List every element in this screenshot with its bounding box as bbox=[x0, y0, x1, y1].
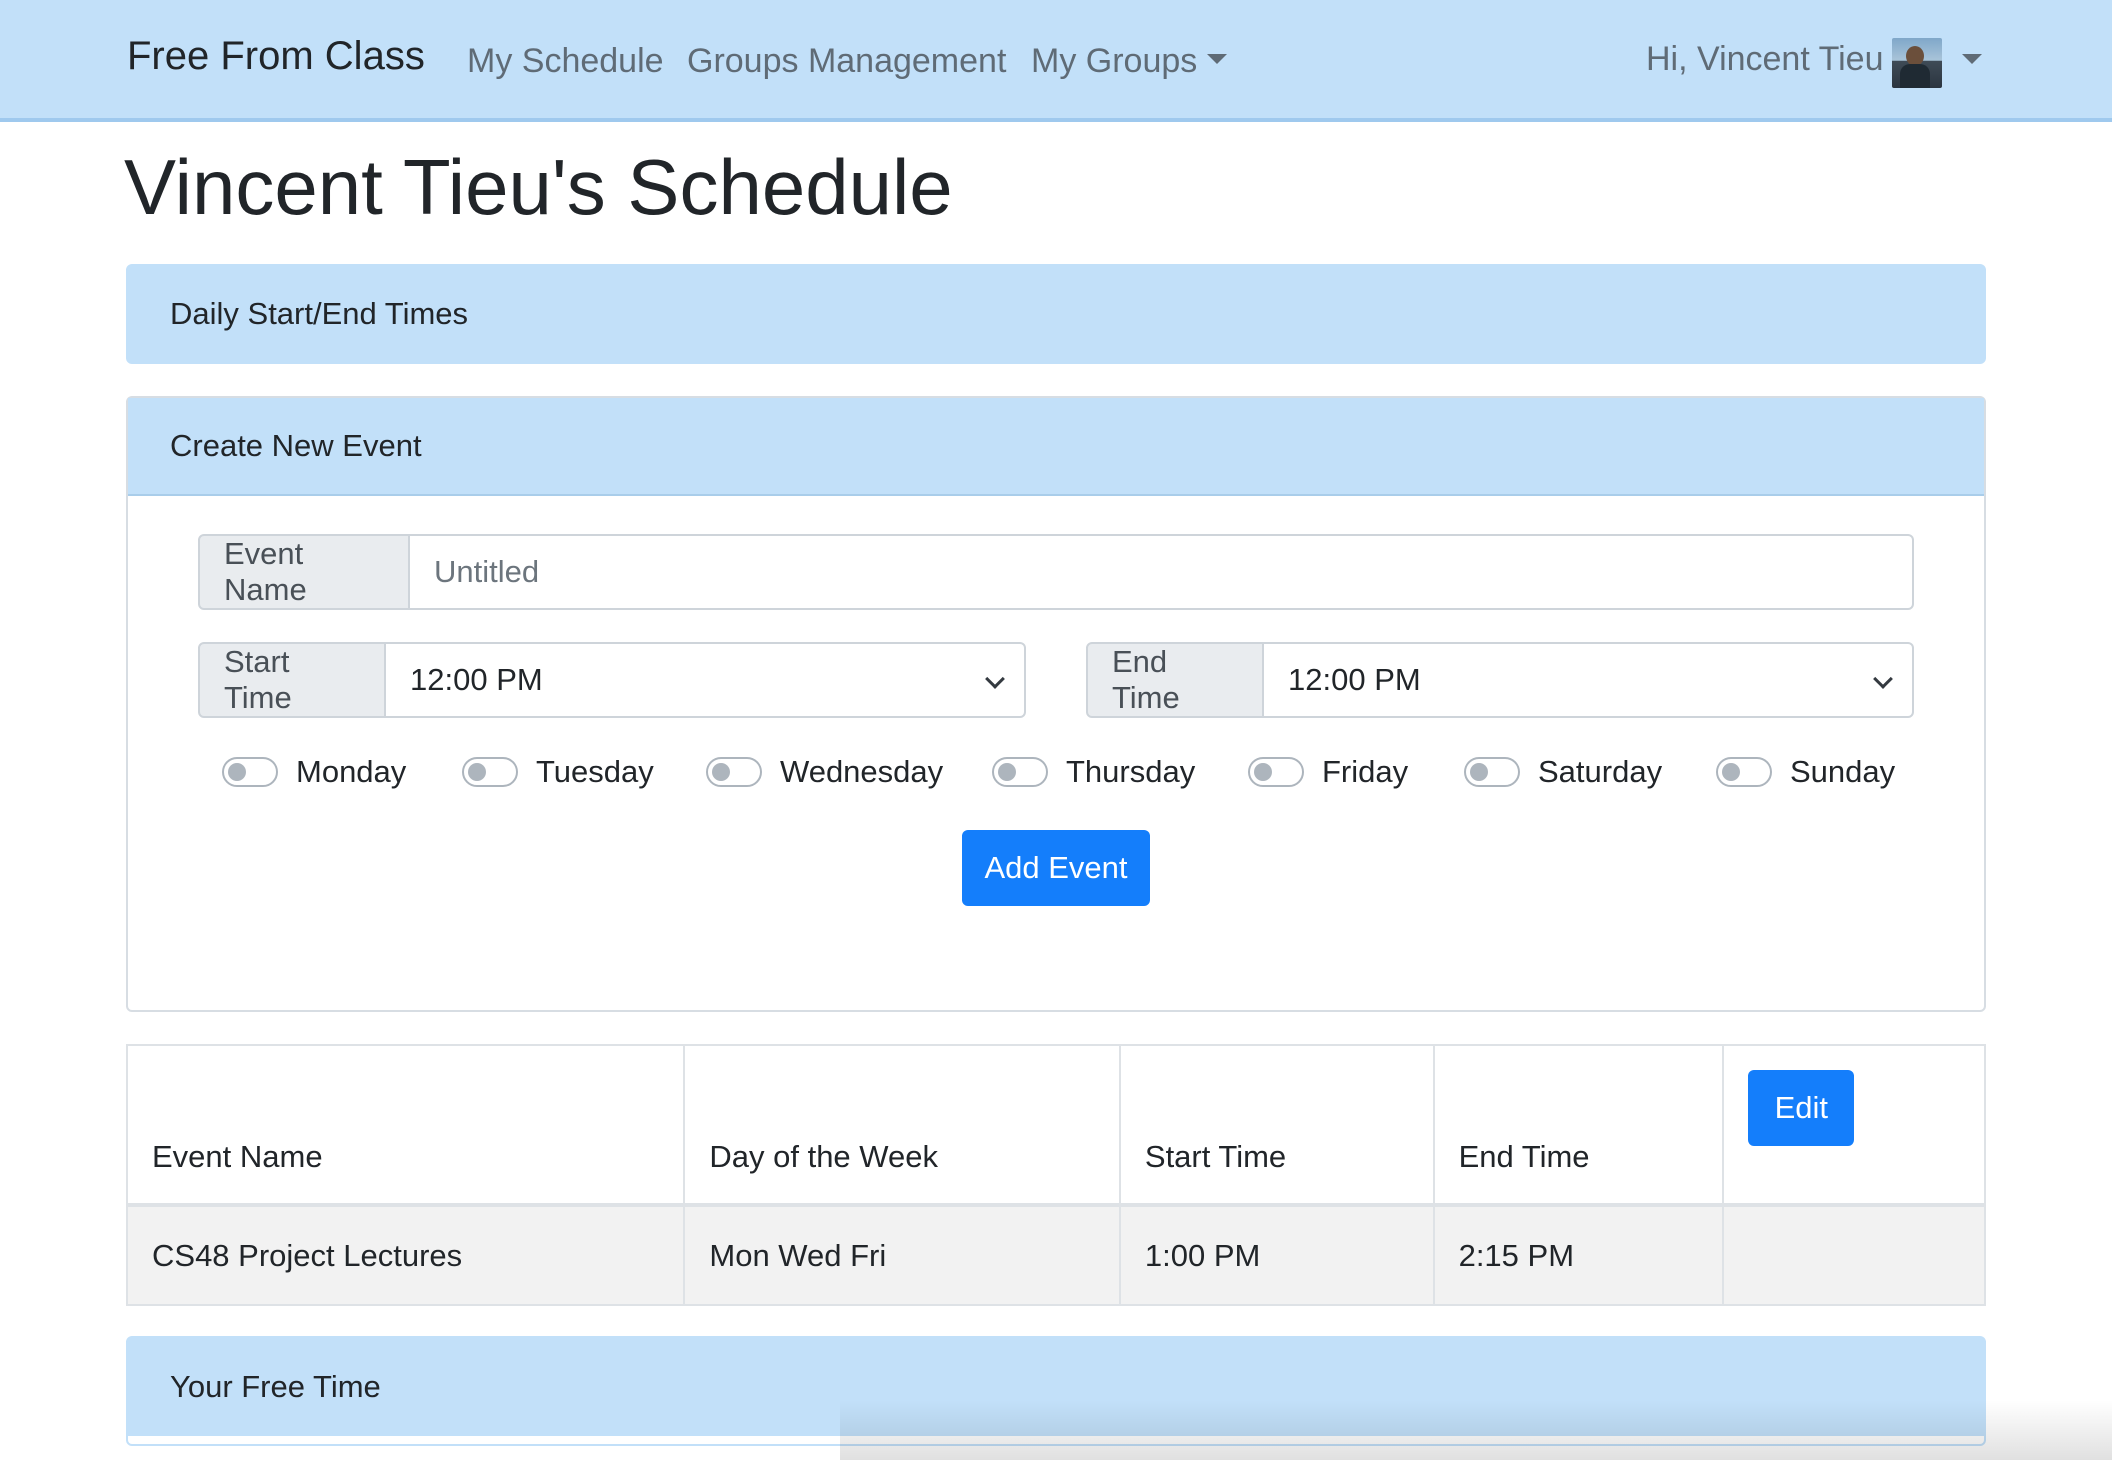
end-time-value: 12:00 PM bbox=[1288, 662, 1421, 697]
header-end-time: End Time bbox=[1432, 1044, 1725, 1206]
day-friday: Friday bbox=[1248, 754, 1408, 790]
add-event-button[interactable]: Add Event bbox=[962, 830, 1150, 906]
avatar[interactable] bbox=[1892, 38, 1942, 88]
user-menu-caret-icon[interactable] bbox=[1962, 54, 1982, 64]
header-event-name: Event Name bbox=[125, 1044, 686, 1206]
cell-start-time: 1:00 PM bbox=[1118, 1204, 1435, 1306]
sunday-label: Sunday bbox=[1790, 754, 1896, 789]
friday-toggle[interactable] bbox=[1248, 757, 1304, 787]
chevron-down-icon bbox=[1873, 669, 1893, 689]
saturday-toggle[interactable] bbox=[1464, 757, 1520, 787]
chevron-down-icon bbox=[985, 669, 1005, 689]
create-event-header[interactable]: Create New Event bbox=[128, 398, 1984, 496]
user-greeting[interactable]: Hi, Vincent Tieu bbox=[1646, 40, 1884, 79]
header-day-of-week: Day of the Week bbox=[683, 1044, 1121, 1206]
event-name-label: Event Name bbox=[198, 534, 410, 610]
tuesday-label: Tuesday bbox=[536, 754, 654, 789]
start-time-value: 12:00 PM bbox=[410, 662, 543, 697]
avatar-body bbox=[1900, 64, 1930, 88]
daily-times-card: Daily Start/End Times bbox=[126, 264, 1986, 364]
table-row[interactable]: CS48 Project Lectures Mon Wed Fri 1:00 P… bbox=[125, 1204, 1986, 1306]
header-actions: Edit bbox=[1722, 1044, 1986, 1206]
monday-toggle[interactable] bbox=[222, 757, 278, 787]
events-table: Event Name Day of the Week Start Time En… bbox=[125, 1044, 1986, 1306]
navbar: Free From Class My Schedule Groups Manag… bbox=[0, 0, 2112, 122]
monday-label: Monday bbox=[296, 754, 407, 789]
nav-my-schedule[interactable]: My Schedule bbox=[467, 42, 664, 81]
free-time-header[interactable]: Your Free Time bbox=[128, 1338, 1984, 1436]
end-time-select[interactable]: 12:00 PM bbox=[1264, 642, 1914, 718]
thursday-toggle[interactable] bbox=[992, 757, 1048, 787]
avatar-head bbox=[1906, 46, 1924, 66]
day-sunday: Sunday bbox=[1716, 754, 1895, 790]
table-header-row: Event Name Day of the Week Start Time En… bbox=[125, 1044, 1986, 1206]
cell-day-of-week: Mon Wed Fri bbox=[683, 1204, 1121, 1306]
day-thursday: Thursday bbox=[992, 754, 1195, 790]
saturday-label: Saturday bbox=[1538, 754, 1663, 789]
end-time-label: End Time bbox=[1086, 642, 1264, 718]
day-tuesday: Tuesday bbox=[462, 754, 654, 790]
wednesday-toggle[interactable] bbox=[706, 757, 762, 787]
day-wednesday: Wednesday bbox=[706, 754, 943, 790]
sunday-toggle[interactable] bbox=[1716, 757, 1772, 787]
start-time-group: Start Time 12:00 PM bbox=[198, 642, 1026, 718]
friday-label: Friday bbox=[1322, 754, 1409, 789]
create-event-card: Create New Event Event Name Untitled Sta… bbox=[126, 396, 1986, 1012]
free-time-card: Your Free Time bbox=[126, 1336, 1986, 1446]
day-saturday: Saturday bbox=[1464, 754, 1662, 790]
event-name-group: Event Name Untitled bbox=[198, 534, 1914, 610]
nav-my-groups-label: My Groups bbox=[1031, 42, 1198, 80]
nav-groups-management[interactable]: Groups Management bbox=[687, 42, 1006, 81]
start-time-select[interactable]: 12:00 PM bbox=[386, 642, 1026, 718]
tuesday-toggle[interactable] bbox=[462, 757, 518, 787]
cell-end-time: 2:15 PM bbox=[1432, 1204, 1725, 1306]
event-name-input[interactable]: Untitled bbox=[410, 534, 1914, 610]
cell-actions bbox=[1722, 1204, 1986, 1306]
wednesday-label: Wednesday bbox=[780, 754, 944, 789]
end-time-group: End Time 12:00 PM bbox=[1086, 642, 1914, 718]
edit-button[interactable]: Edit bbox=[1748, 1070, 1855, 1146]
day-monday: Monday bbox=[222, 754, 406, 790]
daily-times-header[interactable]: Daily Start/End Times bbox=[128, 266, 1984, 362]
nav-my-groups-dropdown[interactable]: My Groups bbox=[1031, 42, 1228, 81]
start-time-label: Start Time bbox=[198, 642, 386, 718]
thursday-label: Thursday bbox=[1066, 754, 1196, 789]
header-start-time: Start Time bbox=[1118, 1044, 1435, 1206]
page-title: Vincent Tieu's Schedule bbox=[124, 143, 953, 231]
brand-link[interactable]: Free From Class bbox=[127, 34, 425, 79]
cell-event-name: CS48 Project Lectures bbox=[125, 1204, 686, 1306]
caret-down-icon bbox=[1207, 54, 1228, 65]
